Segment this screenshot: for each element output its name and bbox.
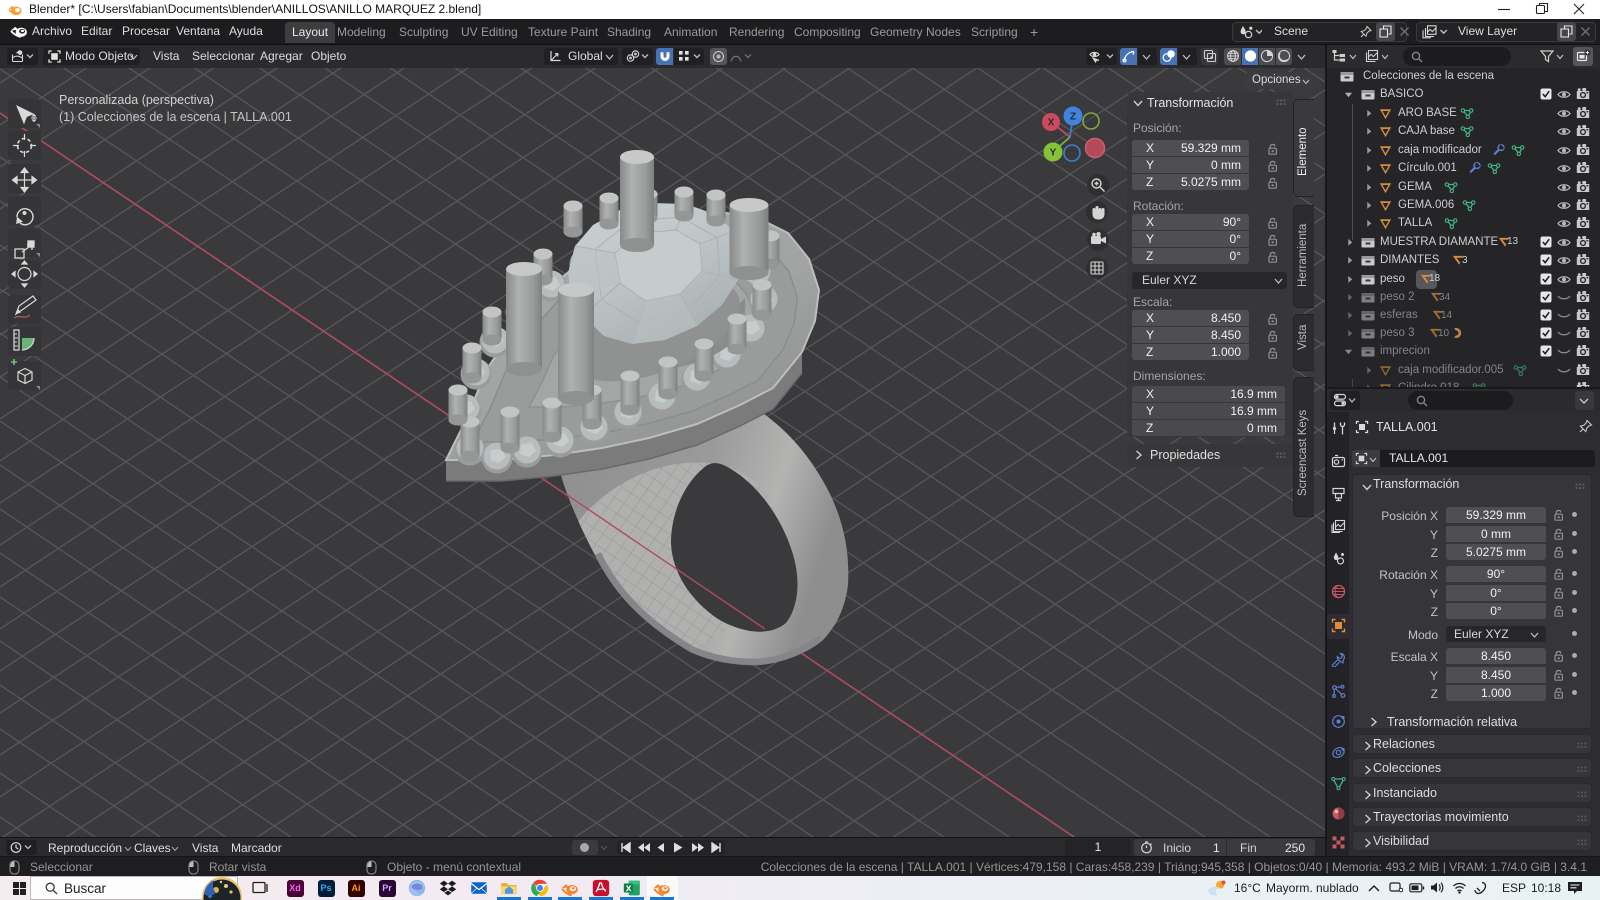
svg-text:Z: Z: [1070, 112, 1076, 123]
svg-text:Y: Y: [1050, 148, 1057, 159]
svg-text:X: X: [1048, 118, 1055, 129]
